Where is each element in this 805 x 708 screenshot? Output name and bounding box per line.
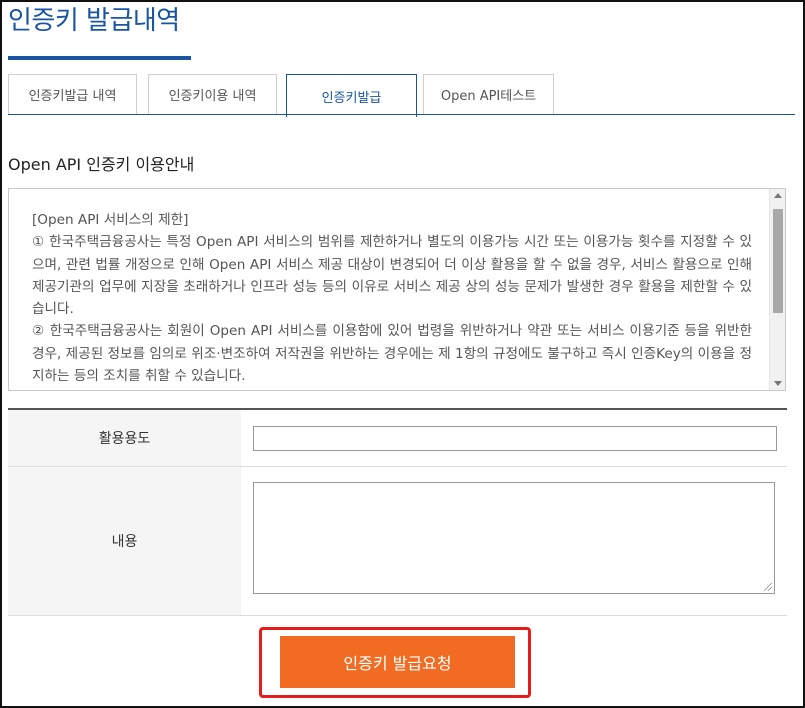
scroll-up-icon[interactable] (774, 193, 782, 198)
title-underline (8, 56, 191, 60)
tab-label: 인증키발급 (321, 90, 382, 106)
notice-text: [Open API 서비스의 제한] ① 한국주택금융공사는 특정 Open A… (32, 209, 752, 387)
scroll-down-icon[interactable] (774, 381, 782, 386)
usage-input[interactable] (253, 426, 777, 451)
notice-scroll-box[interactable]: [Open API 서비스의 제한] ① 한국주택금융공사는 특정 Open A… (8, 188, 786, 391)
content-label: 내용 (8, 467, 241, 615)
tab-key-usage-history[interactable]: 인증키이용 내역 (148, 74, 277, 114)
tab-open-api-test[interactable]: Open API테스트 (423, 74, 554, 114)
tab-label: 인증키이용 내역 (168, 89, 257, 104)
tabs-divider (8, 114, 795, 115)
tab-label: 인증키발급 내역 (28, 89, 117, 104)
issue-key-request-button[interactable]: 인증키 발급요청 (280, 636, 515, 688)
notice-paragraph: ② 한국주택금융공사는 회원이 Open API 서비스를 이용함에 있어 법령… (32, 323, 752, 385)
scroll-thumb[interactable] (773, 209, 783, 313)
notice-paragraph: [Open API 서비스의 제한] (32, 212, 189, 228)
tab-key-issue-history[interactable]: 인증키발급 내역 (8, 74, 137, 114)
tab-label: Open API테스트 (440, 89, 537, 104)
resize-grip-icon[interactable] (764, 583, 772, 591)
section-heading: Open API 인증키 이용안내 (8, 155, 195, 174)
notice-scrollbar[interactable] (769, 189, 785, 390)
content-textarea[interactable] (253, 482, 775, 594)
page-title: 인증키 발급내역 (8, 6, 180, 36)
form-bottom-divider (8, 615, 787, 616)
tab-key-issue[interactable]: 인증키발급 (286, 74, 417, 117)
notice-paragraph: ① 한국주택금융공사는 특정 Open API 서비스의 범위를 제한하거나 별… (32, 234, 752, 318)
usage-label: 활용용도 (8, 410, 241, 466)
